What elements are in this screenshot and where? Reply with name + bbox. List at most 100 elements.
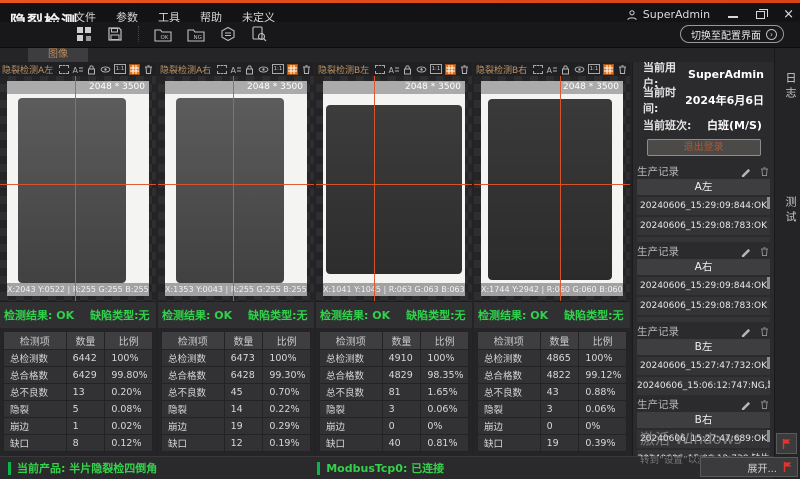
selection-rect-icon[interactable]: [217, 65, 227, 74]
cell: 缺口: [478, 435, 541, 452]
stack-icon[interactable]: [220, 26, 236, 42]
cell: 4822: [540, 367, 579, 384]
delete-icon[interactable]: [759, 399, 770, 410]
tab-image[interactable]: 图像: [28, 48, 88, 62]
image-viewport[interactable]: 2048 * 3500 X:1041 Y:1045 | R:063 G:063 …: [316, 76, 472, 301]
records-scrollbar[interactable]: [767, 197, 770, 209]
close-button[interactable]: ×: [783, 10, 794, 20]
record-item: 20240606_15:06:12:747:NG,缺口: [637, 377, 770, 395]
one-to-one-icon[interactable]: 1:1: [588, 64, 600, 74]
col-item: 检测项: [320, 332, 383, 350]
production-record-section-b-left: 生产记录 B左 20240606_15:27:47:732:OK 2024060…: [637, 324, 770, 395]
shift-label: 当前班次:: [643, 117, 705, 133]
table-row: 缺口120.19%: [162, 435, 311, 452]
image-resolution: 2048 * 3500: [7, 81, 149, 94]
cell: 13: [66, 384, 105, 401]
records-scrollbar[interactable]: [767, 430, 770, 442]
logout-button[interactable]: 退出登录: [647, 139, 761, 156]
cell: 99.30%: [263, 367, 311, 384]
pixel-readout: X:1353 Y:0043 | R:255 G:255 B:255: [165, 283, 307, 296]
visibility-icon[interactable]: [258, 64, 269, 75]
cell: 40: [382, 435, 421, 452]
table-row: 崩边190.29%: [162, 418, 311, 435]
grid-icon[interactable]: [129, 64, 140, 75]
visibility-icon[interactable]: [100, 64, 111, 75]
minimize-button[interactable]: [728, 16, 738, 18]
edit-icon[interactable]: [740, 246, 751, 257]
annotate-icon[interactable]: A: [72, 64, 83, 75]
current-time-row: 当前时间: 2024年6月6日: [633, 87, 774, 112]
folder-ng-icon[interactable]: NG: [187, 27, 205, 42]
edit-icon[interactable]: [740, 166, 751, 177]
stats-table-wrap: 检测项 数量 比例 总检测数6473100% 总合格数642899.30% 总不…: [158, 328, 314, 456]
lock-icon[interactable]: [402, 64, 413, 75]
col-ratio: 比例: [579, 332, 627, 350]
panel-title: 隐裂检测B左: [318, 63, 369, 76]
delete-icon[interactable]: [759, 166, 770, 177]
overlay-flag-button[interactable]: [776, 433, 797, 454]
grid-icon[interactable]: [603, 64, 614, 75]
one-to-one-icon[interactable]: 1:1: [272, 64, 284, 74]
lock-icon[interactable]: [560, 64, 571, 75]
edit-icon[interactable]: [740, 399, 751, 410]
image-viewport[interactable]: 2048 * 3500 X:1744 Y:2942 | R:060 G:060 …: [474, 76, 630, 301]
lock-icon[interactable]: [244, 64, 255, 75]
cell: 6442: [66, 350, 105, 367]
cell: 5: [66, 401, 105, 418]
detection-table: 检测项 数量 比例 总检测数4910100% 总合格数482998.35% 总不…: [319, 331, 469, 452]
annotate-icon[interactable]: A: [388, 64, 399, 75]
one-to-one-icon[interactable]: 1:1: [114, 64, 126, 74]
annotate-icon[interactable]: A: [546, 64, 557, 75]
edit-icon[interactable]: [740, 326, 751, 337]
delete-icon[interactable]: [301, 64, 312, 75]
panel-title: 隐裂检测B右: [476, 63, 527, 76]
tab-test[interactable]: 测试: [782, 196, 798, 226]
switch-to-config-button[interactable]: 切换至配置界面 ›: [680, 25, 784, 43]
lock-icon[interactable]: [86, 64, 97, 75]
selection-rect-icon[interactable]: [375, 65, 385, 74]
svg-text:A: A: [231, 66, 237, 75]
delete-icon[interactable]: [459, 64, 470, 75]
tab-log[interactable]: 日志: [782, 72, 798, 102]
image-resolution: 2048 * 3500: [165, 81, 307, 94]
record-item: 20240606_15:27:47:732:OK: [637, 357, 770, 375]
selection-rect-icon[interactable]: [533, 65, 543, 74]
annotate-icon[interactable]: A: [230, 64, 241, 75]
image-viewport[interactable]: 2048 * 3500 X:2043 Y:0522 | R:255 G:255 …: [0, 76, 156, 301]
grid-icon[interactable]: [445, 64, 456, 75]
save-icon[interactable]: [107, 26, 123, 42]
delete-icon[interactable]: [759, 246, 770, 257]
visibility-icon[interactable]: [416, 64, 427, 75]
folder-ok-icon[interactable]: OK: [154, 27, 172, 42]
grid-icon[interactable]: [287, 64, 298, 75]
table-row: 崩边00%: [320, 418, 469, 435]
user-icon: [626, 9, 638, 21]
delete-icon[interactable]: [617, 64, 628, 75]
one-to-one-icon[interactable]: 1:1: [430, 64, 442, 74]
switch-to-config-label: 切换至配置界面: [691, 27, 761, 42]
station-label: B左: [637, 339, 770, 355]
delete-icon[interactable]: [759, 326, 770, 337]
overlay-expand-toast[interactable]: 展开...: [700, 457, 798, 477]
result-bar: 检测结果: OK 缺陷类型:无: [474, 301, 630, 328]
record-item-clipped: [637, 237, 770, 242]
records-scrollbar[interactable]: [767, 277, 770, 289]
search-document-icon[interactable]: [251, 26, 267, 42]
visibility-icon[interactable]: [574, 64, 585, 75]
expand-label: 展开...: [747, 460, 777, 475]
restore-button[interactable]: [756, 11, 765, 19]
records-scrollbar[interactable]: [767, 357, 770, 369]
status-accent: [8, 462, 11, 475]
col-item: 检测项: [4, 332, 67, 350]
image-viewport[interactable]: 2048 * 3500 X:1353 Y:0043 | R:255 G:255 …: [158, 76, 314, 301]
current-user-chip[interactable]: SuperAdmin: [626, 8, 710, 21]
camera-panel-a-right: 隐裂检测A右 A 1:1 2048 * 3500 X:1353 Y:0043 |…: [158, 62, 314, 456]
cell: 1.65%: [421, 384, 469, 401]
layout-grid-icon[interactable]: [76, 26, 92, 42]
cell: 100%: [105, 350, 153, 367]
table-row: 隐裂30.06%: [320, 401, 469, 418]
delete-icon[interactable]: [143, 64, 154, 75]
cell: 崩边: [4, 418, 67, 435]
selection-rect-icon[interactable]: [59, 65, 69, 74]
right-sidebar: 当前用户: SuperAdmin 当前时间: 2024年6月6日 当前班次: 白…: [632, 62, 774, 456]
